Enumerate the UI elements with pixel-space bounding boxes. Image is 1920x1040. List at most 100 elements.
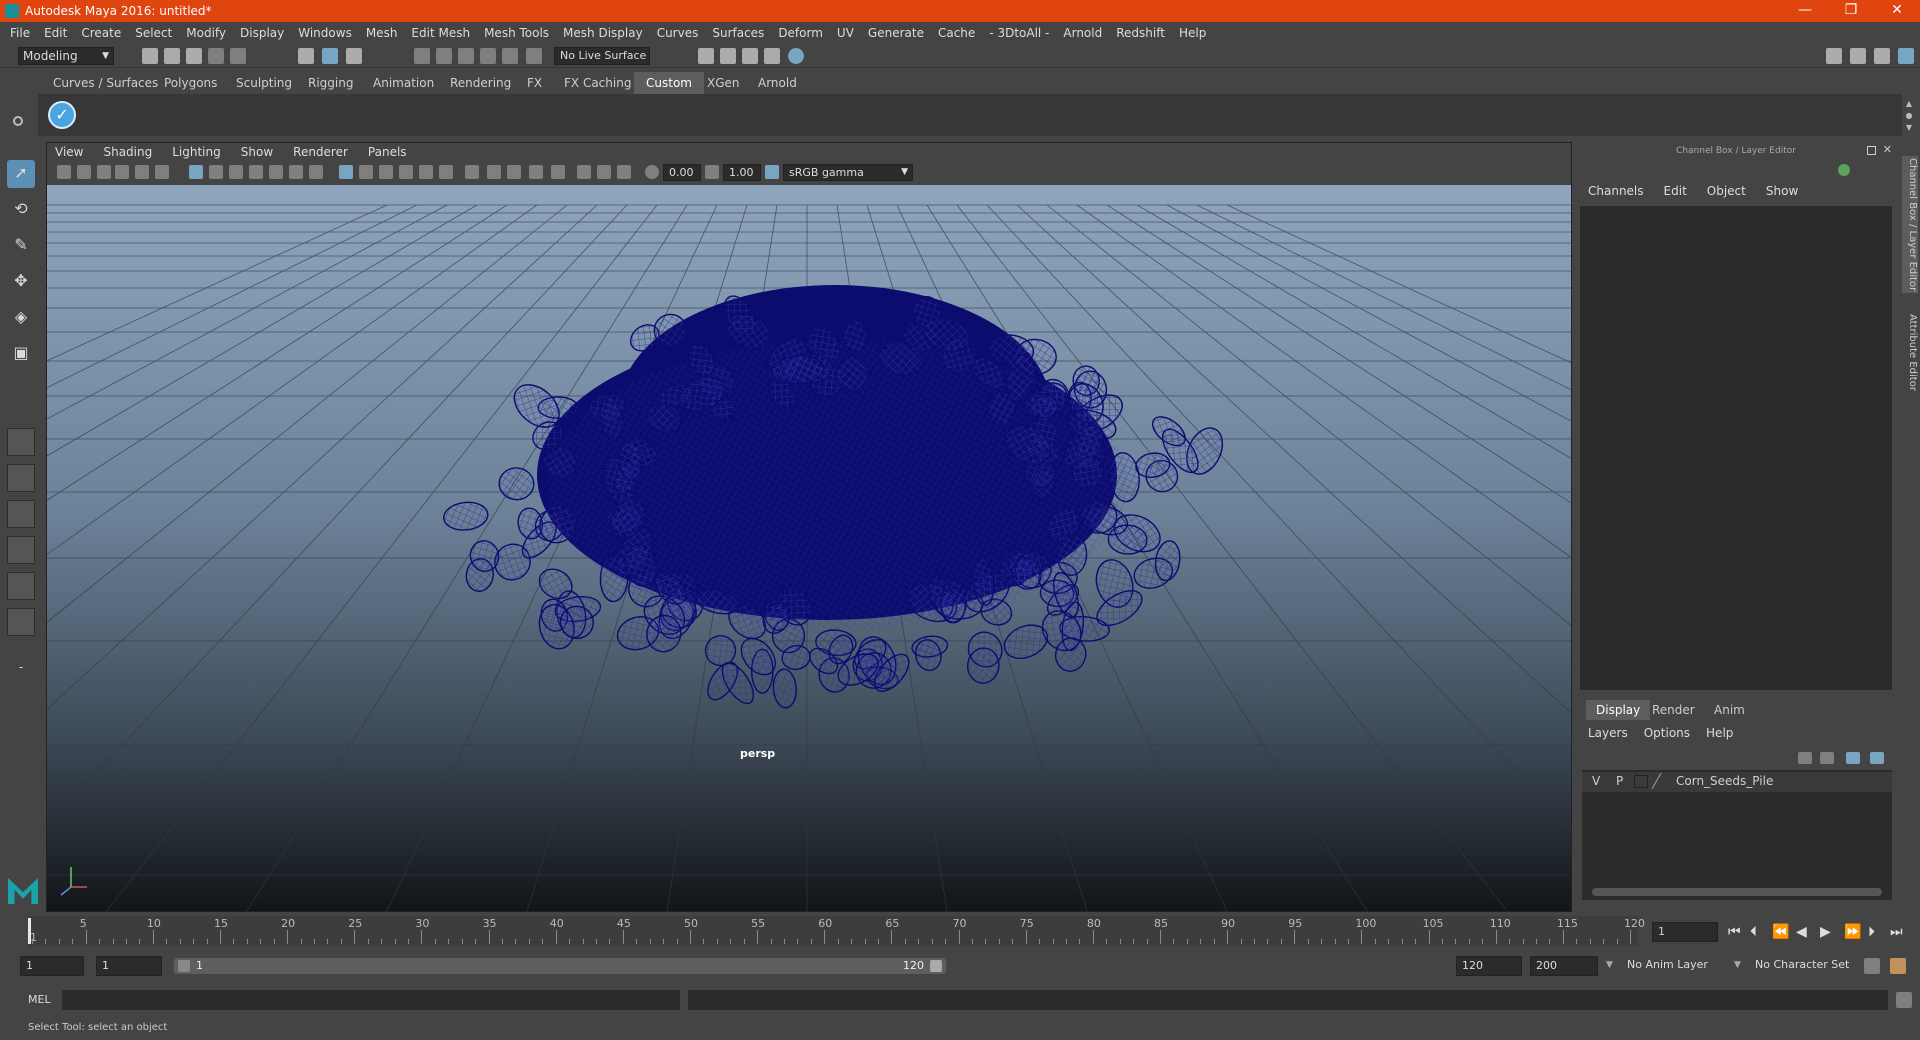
playback-end-field[interactable]: 120 <box>1456 956 1522 976</box>
move-tool-icon[interactable]: ✥ <box>7 268 35 296</box>
cb-menu-edit[interactable]: Edit <box>1664 184 1687 202</box>
command-input[interactable] <box>62 990 680 1010</box>
menu-3dtoall[interactable]: - 3DtoAll - <box>989 26 1049 40</box>
grease-pencil-icon[interactable] <box>155 165 169 179</box>
perspective-scene[interactable] <box>47 185 1571 911</box>
live-surface-field[interactable]: No Live Surface <box>554 47 650 65</box>
redo-icon[interactable] <box>230 48 246 64</box>
image-plane-icon[interactable] <box>115 165 129 179</box>
menu-uv[interactable]: UV <box>837 26 854 40</box>
make-live-icon[interactable] <box>526 48 542 64</box>
menu-mesh-display[interactable]: Mesh Display <box>563 26 643 40</box>
undo-icon[interactable] <box>208 48 224 64</box>
layer-menu-options[interactable]: Options <box>1644 726 1690 740</box>
menu-select[interactable]: Select <box>135 26 172 40</box>
snap-to-grid-icon[interactable] <box>414 48 430 64</box>
animation-preferences-icon[interactable] <box>1890 958 1906 974</box>
new-scene-icon[interactable] <box>142 48 158 64</box>
scale-tool-icon[interactable]: ▣ <box>7 340 35 368</box>
lasso-tool-icon[interactable]: ⟲ <box>7 196 35 224</box>
menu-redshift[interactable]: Redshift <box>1116 26 1165 40</box>
menu-modify[interactable]: Modify <box>186 26 226 40</box>
select-by-component-icon[interactable] <box>346 48 362 64</box>
menu-edit[interactable]: Edit <box>44 26 67 40</box>
smooth-shade-icon[interactable] <box>359 165 373 179</box>
wireframe-icon[interactable] <box>339 165 353 179</box>
shelf-tab-sculpting[interactable]: Sculpting <box>236 72 292 94</box>
playback-start-field[interactable]: 1 <box>96 956 162 976</box>
use-all-lights-icon[interactable] <box>439 165 453 179</box>
range-start-handle[interactable] <box>178 960 190 972</box>
layer-playback-toggle[interactable]: P <box>1616 774 1623 788</box>
rotate-tool-icon[interactable]: ◈ <box>7 304 35 332</box>
ipr-render-icon[interactable] <box>742 48 758 64</box>
shelf-tab-custom[interactable]: Custom <box>634 72 704 94</box>
new-layer-selected-icon[interactable] <box>1870 752 1884 764</box>
menu-set-selector[interactable]: Modeling ▼ <box>18 47 114 65</box>
default-material-icon[interactable] <box>379 165 393 179</box>
anim-layer-select[interactable]: No Anim Layer <box>1622 956 1730 976</box>
range-slider-bar[interactable]: 1 120 <box>174 958 946 974</box>
snap-to-curve-icon[interactable] <box>436 48 452 64</box>
minimize-icon[interactable]: — <box>1782 0 1828 22</box>
cb-menu-show[interactable]: Show <box>1766 184 1798 202</box>
menu-surfaces[interactable]: Surfaces <box>712 26 764 40</box>
shadows-icon[interactable] <box>465 165 479 179</box>
menu-mesh-tools[interactable]: Mesh Tools <box>484 26 549 40</box>
shelf-tab-fx-caching[interactable]: FX Caching <box>564 72 631 94</box>
snap-to-point-icon[interactable] <box>458 48 474 64</box>
xray-joints-icon[interactable] <box>597 165 611 179</box>
menu-display[interactable]: Display <box>240 26 284 40</box>
layer-visibility-toggle[interactable]: V <box>1592 774 1600 788</box>
gamma-icon[interactable] <box>705 165 719 179</box>
viewport-menu-shading[interactable]: Shading <box>103 145 152 159</box>
menu-mesh[interactable]: Mesh <box>366 26 398 40</box>
restore-icon[interactable]: ❐ <box>1828 0 1874 22</box>
menu-arnold[interactable]: Arnold <box>1063 26 1102 40</box>
gear-icon[interactable] <box>13 116 23 126</box>
field-chart-icon[interactable] <box>269 165 283 179</box>
gate-mask-icon[interactable] <box>249 165 263 179</box>
cb-menu-channels[interactable]: Channels <box>1588 184 1644 202</box>
go-to-end-icon[interactable]: ⏭ <box>1890 924 1903 940</box>
motion-blur-icon[interactable] <box>507 165 521 179</box>
shelf-tab-rendering[interactable]: Rendering <box>450 72 511 94</box>
viewport-menu-renderer[interactable]: Renderer <box>293 145 348 159</box>
move-layer-down-icon[interactable] <box>1820 752 1834 764</box>
grid-toggle-icon[interactable] <box>189 165 203 179</box>
step-back-frame-icon[interactable]: ⏴ <box>1750 924 1757 940</box>
chevron-down-icon[interactable]: ▼ <box>1606 960 1613 970</box>
attribute-editor-icon[interactable] <box>1850 48 1866 64</box>
color-space-select[interactable]: sRGB gamma ▼ <box>783 164 913 181</box>
viewport-menu-view[interactable]: View <box>55 145 83 159</box>
step-back-key-icon[interactable]: ⏪ <box>1772 924 1789 940</box>
hypershade-icon[interactable] <box>788 48 804 64</box>
viewport-menu-lighting[interactable]: Lighting <box>172 145 221 159</box>
step-forward-frame-icon[interactable]: ⏵ <box>1868 924 1875 940</box>
select-camera-icon[interactable] <box>57 165 71 179</box>
tool-settings-icon[interactable] <box>1874 48 1890 64</box>
channel-box-key-icon[interactable] <box>1838 164 1850 176</box>
shelf-tab-rigging[interactable]: Rigging <box>308 72 353 94</box>
anti-aliasing-icon[interactable] <box>529 165 543 179</box>
layer-list-scrollbar[interactable] <box>1592 888 1882 896</box>
select-tool-icon[interactable]: ➚ <box>7 160 35 188</box>
shelf-tab-polygons[interactable]: Polygons <box>164 72 217 94</box>
paint-select-tool-icon[interactable]: ✎ <box>7 232 35 260</box>
new-layer-icon[interactable] <box>1846 752 1860 764</box>
layer-display-type[interactable] <box>1634 775 1648 788</box>
close-icon[interactable]: ✕ <box>1874 0 1920 22</box>
gamma-field[interactable]: 1.00 <box>723 164 761 181</box>
menu-generate[interactable]: Generate <box>868 26 924 40</box>
wireframe-on-shaded-icon[interactable] <box>399 165 413 179</box>
four-view-layout-icon[interactable] <box>7 464 35 492</box>
ambient-occlusion-icon[interactable] <box>487 165 501 179</box>
script-language-label[interactable]: MEL <box>28 993 51 1006</box>
shelf-tab-curves-surfaces[interactable]: Curves / Surfaces <box>53 72 158 94</box>
menu-windows[interactable]: Windows <box>298 26 352 40</box>
menu-cache[interactable]: Cache <box>938 26 975 40</box>
outliner-persp-layout-icon[interactable] <box>7 608 35 636</box>
menu-deform[interactable]: Deform <box>778 26 823 40</box>
shelf-scroll[interactable]: ▲ ● ▼ <box>1902 98 1916 134</box>
chevron-down-icon[interactable]: ▼ <box>1734 960 1741 970</box>
